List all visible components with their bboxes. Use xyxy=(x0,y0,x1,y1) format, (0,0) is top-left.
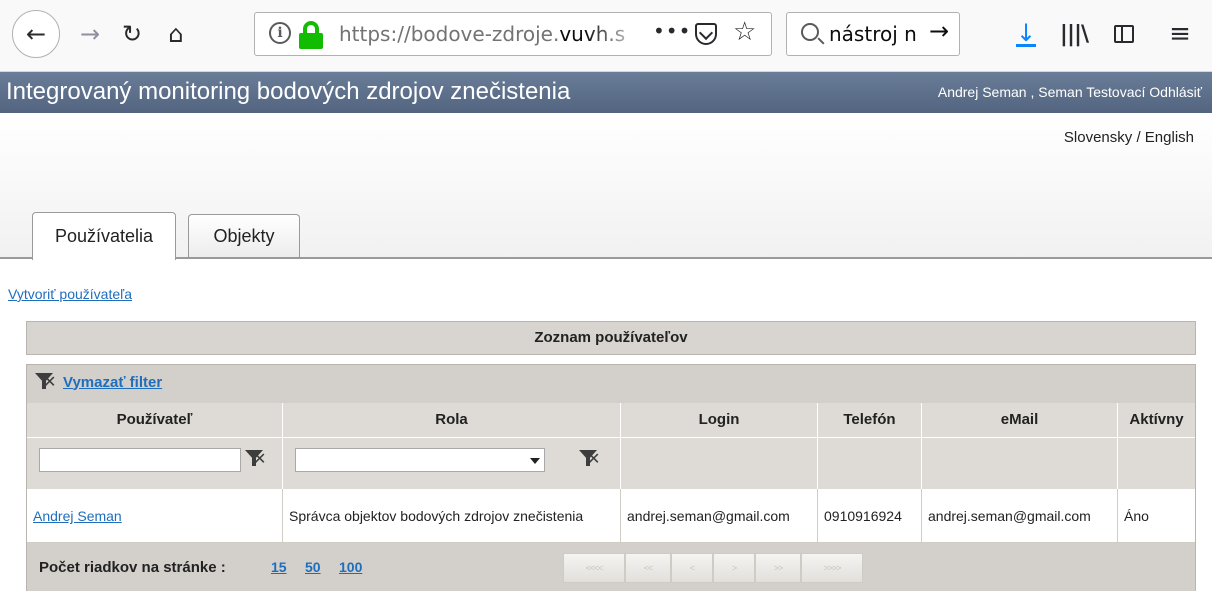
cell-role: Správca objektov bodových zdrojov znečis… xyxy=(283,489,621,543)
column-header-user[interactable]: Používateľ xyxy=(27,403,283,437)
library-icon[interactable]: |||\ xyxy=(1056,14,1092,54)
lang-english-link[interactable]: English xyxy=(1145,129,1194,146)
clear-filter-label: Vymazať filter xyxy=(63,373,163,391)
filter-cell-phone xyxy=(818,437,922,489)
cell-user: Andrej Seman xyxy=(27,489,283,543)
home-icon[interactable]: ⌂ xyxy=(156,14,196,54)
star-icon[interactable]: ☆ xyxy=(733,17,756,47)
column-header-login[interactable]: Login xyxy=(621,403,818,437)
pager-prev-button[interactable]: < xyxy=(671,553,713,583)
user-filter-clear-icon[interactable]: ✕ xyxy=(245,450,267,468)
column-header-phone[interactable]: Telefón xyxy=(818,403,922,437)
forward-icon[interactable]: → xyxy=(72,14,108,54)
filter-cell-active xyxy=(1118,437,1195,489)
table-row[interactable]: Andrej Seman Správca objektov bodových z… xyxy=(27,489,1195,543)
column-header-email[interactable]: eMail xyxy=(922,403,1118,437)
filter-cell-user: ✕ xyxy=(27,437,283,489)
tabs-divider xyxy=(0,257,1212,259)
search-bar[interactable]: nástroj n → xyxy=(786,12,960,56)
filter-cell-role: ✕ xyxy=(283,437,621,489)
app-title: Integrovaný monitoring bodových zdrojov … xyxy=(6,78,571,105)
pocket-icon[interactable] xyxy=(695,23,717,45)
search-input[interactable]: nástroj n xyxy=(829,22,917,46)
filter-cell-email xyxy=(922,437,1118,489)
search-go-icon[interactable]: → xyxy=(929,17,949,45)
user-link[interactable]: Andrej Seman xyxy=(33,508,122,524)
reload-icon[interactable]: ↻ xyxy=(114,14,150,54)
pager-prev-page-button[interactable]: << xyxy=(625,553,671,583)
clear-filter-button[interactable]: ✕ Vymazať filter xyxy=(35,373,162,391)
search-icon xyxy=(801,23,819,41)
filter-toolbar: ✕ Vymazať filter xyxy=(27,365,1195,403)
user-info[interactable]: Andrej Seman , Seman Testovací Odhlásiť xyxy=(938,84,1202,100)
lang-separator: / xyxy=(1136,129,1141,146)
lang-slovak-link[interactable]: Slovensky xyxy=(1064,129,1132,146)
tab-users[interactable]: Používatelia xyxy=(32,212,176,260)
pager-next-page-button[interactable]: >> xyxy=(755,553,801,583)
role-text: Správca objektov bodových zdrojov znečis… xyxy=(289,507,584,524)
page-size-label: Počet riadkov na stránke : xyxy=(39,559,226,576)
role-filter-select[interactable] xyxy=(295,448,545,472)
menu-icon[interactable]: ≡ xyxy=(1162,14,1198,54)
more-icon[interactable]: ••• xyxy=(653,19,691,43)
users-grid: ✕ Vymazať filter Používateľ Rola Login T… xyxy=(26,364,1196,591)
lock-icon[interactable] xyxy=(299,21,323,49)
pager-last-button[interactable]: >>>> xyxy=(801,553,863,583)
cell-phone: 0910916924 xyxy=(818,489,922,543)
app-header: Integrovaný monitoring bodových zdrojov … xyxy=(0,72,1212,113)
page-size-100[interactable]: 100 xyxy=(339,559,362,575)
tab-objects[interactable]: Objekty xyxy=(188,214,300,258)
user-filter-input[interactable] xyxy=(39,448,241,472)
url-fade xyxy=(585,15,645,53)
clear-filter-icon: ✕ xyxy=(35,373,57,391)
pager-next-button[interactable]: > xyxy=(713,553,755,583)
cell-active: Áno xyxy=(1124,508,1149,524)
grid-title: Zoznam používateľov xyxy=(26,321,1196,355)
page-size-15[interactable]: 15 xyxy=(271,559,287,575)
back-icon[interactable]: ← xyxy=(12,10,60,58)
subheader: Slovensky / English xyxy=(0,113,1212,259)
pager-first-button[interactable]: <<<< xyxy=(563,553,625,583)
download-icon[interactable]: ↓ xyxy=(1008,14,1044,54)
browser-toolbar: ← → ↻ ⌂ i https://bodove-zdroje.vuvh.s •… xyxy=(0,0,1212,72)
role-filter-clear-icon[interactable]: ✕ xyxy=(579,450,601,468)
filter-cell-login xyxy=(621,437,818,489)
page-size-50[interactable]: 50 xyxy=(305,559,321,575)
url-bar[interactable]: i https://bodove-zdroje.vuvh.s ••• ☆ xyxy=(254,12,772,56)
language-switcher: Slovensky / English xyxy=(1064,129,1194,146)
pager: Počet riadkov na stránke : 15 50 100 <<<… xyxy=(27,543,1195,591)
create-user-link[interactable]: Vytvoriť používateľa xyxy=(8,286,132,302)
cell-login: andrej.seman@gmail.com xyxy=(621,489,818,543)
info-icon[interactable]: i xyxy=(269,22,291,44)
chevron-down-icon xyxy=(530,458,540,464)
column-header-active[interactable]: Aktívny xyxy=(1118,403,1195,437)
sidebar-icon[interactable] xyxy=(1106,14,1142,54)
column-header-role[interactable]: Rola xyxy=(283,403,621,437)
cell-email: andrej.seman@gmail.com xyxy=(922,489,1118,543)
url-prefix: https://bodove-zdroje. xyxy=(339,22,560,46)
